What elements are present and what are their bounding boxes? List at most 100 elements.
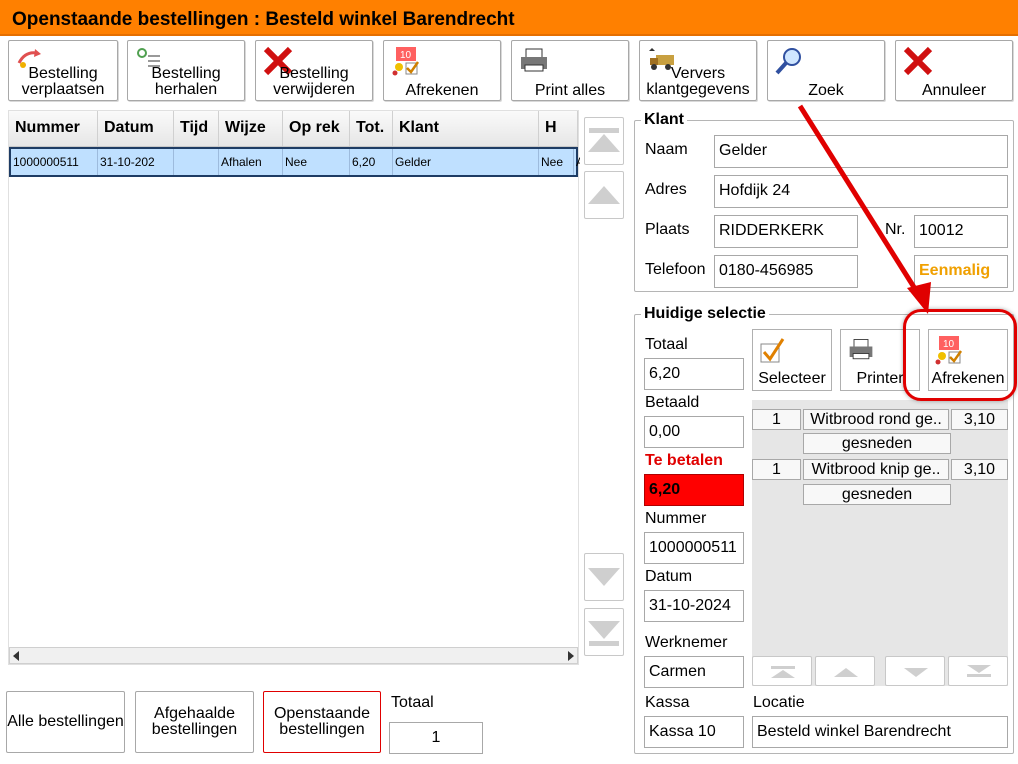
cell-tot: 6,20 bbox=[350, 149, 393, 175]
bar-icon bbox=[967, 674, 991, 677]
repeat-order-button[interactable]: Bestelling herhalen bbox=[127, 40, 245, 101]
scroll-top-button[interactable] bbox=[584, 117, 624, 165]
arrow-down-icon bbox=[904, 668, 928, 677]
arrow-up-icon bbox=[588, 186, 620, 204]
svg-text:10: 10 bbox=[400, 50, 412, 61]
column-header[interactable]: Nummer bbox=[9, 111, 98, 146]
name-label: Naam bbox=[645, 141, 688, 158]
item-option[interactable]: gesneden bbox=[803, 484, 951, 505]
arrow-up-icon bbox=[588, 134, 620, 152]
scroll-left-icon[interactable] bbox=[13, 651, 19, 661]
open-orders-button[interactable]: Openstaande bestellingen bbox=[263, 691, 381, 753]
button-label-line: verplaatsen bbox=[21, 81, 105, 98]
annotation-arrow-icon bbox=[797, 104, 931, 314]
checkout-button[interactable]: 10 Afrekenen bbox=[383, 40, 501, 101]
button-label-line: Ververs bbox=[670, 65, 726, 82]
cancel-x-icon bbox=[903, 46, 933, 76]
cell-op-rek: Nee bbox=[283, 149, 350, 175]
item-quantity[interactable]: 1 bbox=[752, 459, 801, 480]
table-row[interactable]: 1000000511 31-10-202 Afhalen Nee 6,20 Ge… bbox=[9, 147, 580, 177]
button-label-line: verwijderen bbox=[273, 81, 355, 98]
scroll-up-button[interactable] bbox=[584, 171, 624, 219]
scroll-bottom-button[interactable] bbox=[584, 608, 624, 656]
item-name[interactable]: Witbrood knip ge.. bbox=[803, 459, 949, 480]
cell-datum: 31-10-202 bbox=[98, 149, 174, 175]
city-label: Plaats bbox=[645, 221, 690, 238]
employee-field: Carmen bbox=[644, 656, 744, 688]
arrow-up-icon bbox=[834, 668, 858, 677]
button-label-line: Bestelling bbox=[151, 65, 221, 82]
column-header[interactable]: Datum bbox=[98, 111, 174, 146]
items-up-button[interactable] bbox=[815, 656, 875, 686]
checkmark-icon bbox=[760, 338, 785, 363]
bar-icon bbox=[771, 666, 795, 669]
column-header[interactable]: H bbox=[539, 111, 578, 146]
arrow-down-icon bbox=[588, 568, 620, 586]
register-label: Kassa bbox=[645, 694, 690, 711]
total-label: Totaal bbox=[645, 336, 688, 353]
cell-extra: A bbox=[574, 149, 580, 175]
register-field: Kassa 10 bbox=[644, 716, 744, 748]
horizontal-scrollbar[interactable] bbox=[9, 647, 578, 664]
bottom-total-field: 1 bbox=[389, 722, 483, 754]
scroll-right-icon[interactable] bbox=[568, 651, 574, 661]
paid-field[interactable]: 0,00 bbox=[644, 416, 744, 448]
printer-icon bbox=[521, 48, 547, 72]
item-quantity[interactable]: 1 bbox=[752, 409, 801, 430]
date-field: 31-10-2024 bbox=[644, 590, 744, 622]
checkout-icon: 10 bbox=[392, 47, 420, 76]
button-label-line: Bestelling bbox=[279, 65, 349, 82]
refresh-customer-button[interactable]: Ververs klantgegevens bbox=[639, 40, 757, 101]
picked-up-orders-button[interactable]: Afgehaalde bestellingen bbox=[135, 691, 254, 753]
arrow-down-icon bbox=[967, 665, 991, 673]
cell-tijd bbox=[174, 149, 219, 175]
total-field: 6,20 bbox=[644, 358, 744, 390]
due-label: Te betalen bbox=[645, 452, 723, 469]
address-label: Adres bbox=[645, 181, 687, 198]
date-label: Datum bbox=[645, 568, 693, 585]
arrow-up-icon bbox=[771, 670, 795, 678]
button-label-line: Bestelling bbox=[28, 65, 98, 82]
all-orders-button[interactable]: Alle bestellingen bbox=[6, 691, 125, 753]
items-down-button[interactable] bbox=[885, 656, 945, 686]
orders-grid: Nummer Datum Tijd Wijze Op rek Tot. Klan… bbox=[8, 110, 580, 665]
bottom-total-label: Totaal bbox=[391, 694, 434, 711]
items-last-button[interactable] bbox=[948, 656, 1008, 686]
column-header[interactable]: Op rek bbox=[283, 111, 350, 146]
item-price[interactable]: 3,10 bbox=[951, 409, 1008, 430]
cell-nummer: 1000000511 bbox=[11, 149, 98, 175]
scroll-down-button[interactable] bbox=[584, 553, 624, 601]
column-header[interactable]: Tot. bbox=[350, 111, 393, 146]
items-first-button[interactable] bbox=[752, 656, 812, 686]
printer-icon bbox=[849, 339, 873, 360]
location-field: Besteld winkel Barendrecht bbox=[752, 716, 1008, 748]
paid-label: Betaald bbox=[645, 394, 700, 411]
highlight-circle bbox=[903, 309, 1017, 401]
order-number-field: 1000000511 bbox=[644, 532, 744, 564]
magnifier-icon bbox=[775, 48, 801, 75]
item-option[interactable]: gesneden bbox=[803, 433, 951, 454]
cancel-button[interactable]: Annuleer bbox=[895, 40, 1013, 101]
window-title: Openstaande bestellingen : Besteld winke… bbox=[0, 0, 1018, 36]
orders-grid-header: Nummer Datum Tijd Wijze Op rek Tot. Klan… bbox=[9, 111, 578, 147]
location-label: Locatie bbox=[753, 694, 805, 711]
select-button[interactable]: Selecteer bbox=[752, 329, 832, 391]
selection-group-title: Huidige selectie bbox=[641, 305, 769, 323]
move-order-button[interactable]: Bestelling verplaatsen bbox=[8, 40, 118, 101]
search-button[interactable]: Zoek bbox=[767, 40, 885, 101]
column-header[interactable]: Klant bbox=[393, 111, 539, 146]
column-header[interactable]: Tijd bbox=[174, 111, 219, 146]
cell-klant: Gelder bbox=[393, 149, 539, 175]
print-all-button[interactable]: Print alles bbox=[511, 40, 629, 101]
item-name[interactable]: Witbrood rond ge.. bbox=[803, 409, 949, 430]
bar-icon bbox=[589, 641, 619, 646]
item-price[interactable]: 3,10 bbox=[951, 459, 1008, 480]
button-label-line: herhalen bbox=[154, 81, 218, 98]
column-header[interactable]: Wijze bbox=[219, 111, 283, 146]
due-field: 6,20 bbox=[644, 474, 744, 506]
cell-h: Nee bbox=[539, 149, 574, 175]
delete-order-button[interactable]: Bestelling verwijderen bbox=[255, 40, 373, 101]
phone-label: Telefoon bbox=[645, 261, 706, 278]
arrow-down-icon bbox=[588, 621, 620, 639]
number-label: Nummer bbox=[645, 510, 707, 527]
